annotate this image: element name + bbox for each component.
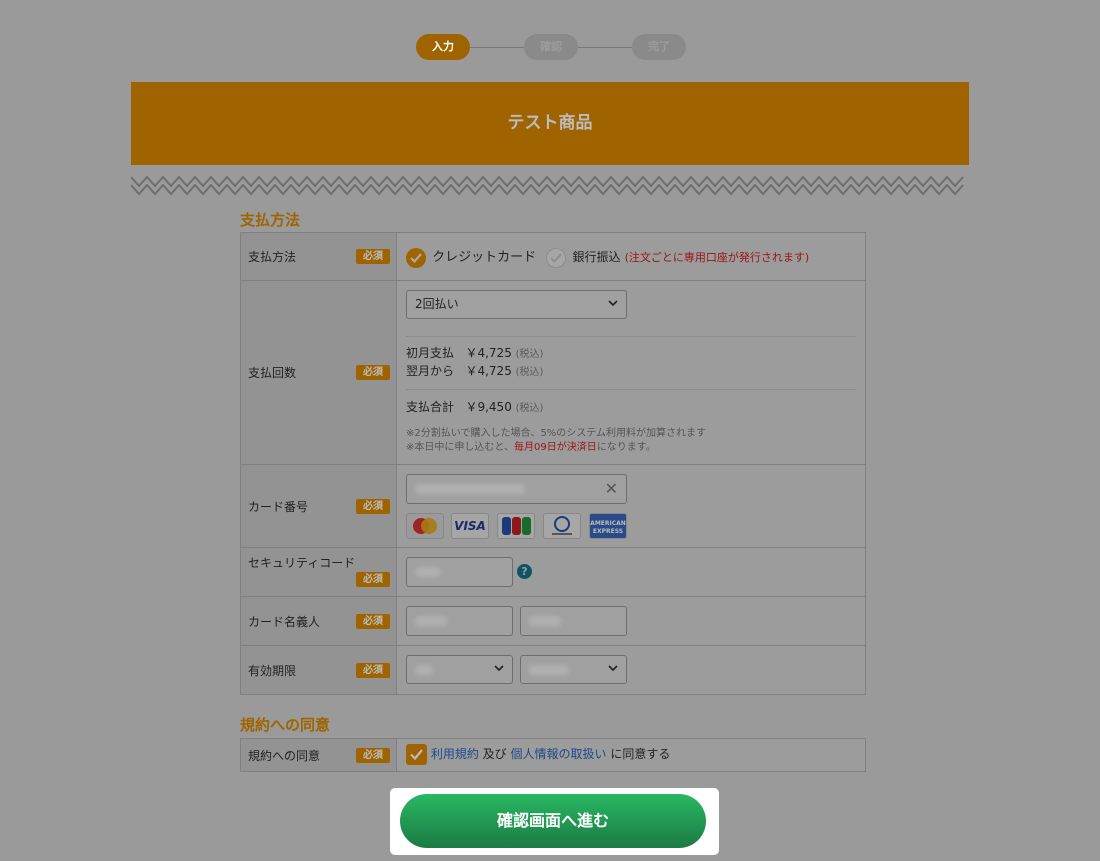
- security-code-input[interactable]: [406, 557, 513, 587]
- required-badge: 必須: [356, 613, 390, 629]
- clear-icon[interactable]: ✕: [605, 479, 618, 498]
- security-code-label: セキュリティコード: [248, 556, 356, 570]
- installments-select[interactable]: 2回払い: [406, 290, 627, 319]
- product-title: テスト商品: [131, 82, 969, 165]
- payment-section-title: 支払方法: [240, 211, 301, 229]
- help-icon[interactable]: ?: [517, 564, 532, 579]
- security-code-row: セキュリティコード 必須 ?: [241, 548, 865, 597]
- card-holder-row: カード名義人 必須: [241, 597, 865, 646]
- installment-fee-note: ※2分割払いで購入した場合、5%のシステム利用料が加算されます: [406, 428, 707, 439]
- bank-transfer-note: (注文ごとに専用口座が発行されます): [624, 251, 810, 264]
- bank-transfer-option[interactable]: 銀行振込: [546, 247, 624, 268]
- card-holder-first-name-input[interactable]: [406, 606, 513, 636]
- terms-checkbox[interactable]: [406, 744, 427, 765]
- step-complete: 完了: [632, 34, 686, 60]
- expiry-year-select[interactable]: [520, 655, 627, 684]
- submit-highlight: 確認画面へ進む: [390, 788, 719, 855]
- chevron-down-icon: [608, 300, 618, 307]
- stepper-line: [470, 47, 524, 48]
- required-badge: 必須: [356, 572, 390, 587]
- payment-method-row: 支払方法 必須 クレジットカード 銀行振込 (注文ごとに専用口座が発行されます): [241, 233, 865, 281]
- payment-form-table: 支払方法 必須 クレジットカード 銀行振込 (注文ごとに専用口座が発行されます)…: [240, 232, 866, 695]
- proceed-to-confirm-button[interactable]: 確認画面へ進む: [400, 794, 706, 848]
- visa-logo-icon: VISA: [451, 513, 489, 539]
- check-icon: [546, 247, 567, 268]
- installments-row: 支払回数 必須 2回払い 初月支払 ￥4,725 (税込) 翌月から ￥4,72…: [241, 281, 865, 465]
- amex-logo-icon: AMERICAN EXPRESS: [589, 513, 627, 539]
- chevron-down-icon: [494, 665, 504, 672]
- terms-link[interactable]: 利用規約: [431, 747, 479, 761]
- step-input: 入力: [416, 34, 470, 60]
- installment-total: 支払合計 ￥9,450 (税込): [406, 400, 544, 414]
- jcb-logo-icon: [497, 513, 535, 539]
- billing-date-note: ※本日中に申し込むと、毎月09日が決済日になります。: [406, 442, 656, 453]
- card-holder-last-name-input[interactable]: [520, 606, 627, 636]
- required-badge: 必須: [356, 747, 390, 763]
- diners-logo-icon: [543, 513, 581, 539]
- privacy-link[interactable]: 個人情報の取扱い: [511, 747, 607, 761]
- expiry-row: 有効期限 必須: [241, 646, 865, 694]
- required-badge: 必須: [356, 662, 390, 678]
- terms-section-title: 規約への同意: [240, 716, 331, 734]
- card-number-row: カード番号 必須 ✕ VISA AMERICAN EXPRESS: [241, 465, 865, 548]
- progress-stepper: 入力 確認 完了: [416, 34, 686, 62]
- divider: [406, 336, 856, 337]
- card-number-input[interactable]: ✕: [406, 474, 627, 504]
- installment-amounts: 初月支払 ￥4,725 (税込) 翌月から ￥4,725 (税込): [406, 346, 544, 378]
- chevron-down-icon: [608, 665, 618, 672]
- credit-card-option[interactable]: クレジットカード: [406, 247, 540, 268]
- required-badge: 必須: [356, 365, 390, 380]
- expiry-month-select[interactable]: [406, 655, 513, 684]
- step-confirm: 確認: [524, 34, 578, 60]
- terms-form-table: 規約への同意 必須 利用規約 及び 個人情報の取扱い に同意する: [240, 738, 866, 772]
- terms-row: 規約への同意 必須 利用規約 及び 個人情報の取扱い に同意する: [241, 739, 865, 771]
- check-icon: [406, 247, 426, 268]
- required-badge: 必須: [356, 249, 390, 264]
- mastercard-logo-icon: [406, 513, 444, 539]
- zigzag-divider: [131, 175, 964, 196]
- stepper-line: [578, 47, 632, 48]
- required-badge: 必須: [356, 498, 390, 514]
- divider: [406, 389, 856, 390]
